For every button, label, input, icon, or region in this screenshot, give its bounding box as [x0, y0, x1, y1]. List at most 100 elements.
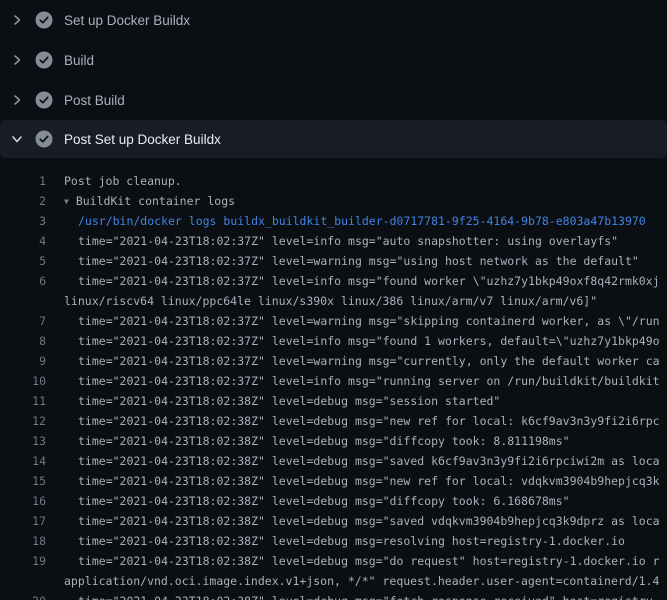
log-line-number[interactable]: 15 — [0, 474, 46, 488]
log-line-number[interactable]: 7 — [0, 314, 46, 328]
log-line-text: ▼time="2021-04-23T18:02:38Z" level=debug… — [78, 494, 570, 508]
collapse-triangle-icon[interactable]: ▼ — [64, 197, 69, 206]
log-line-text: ▼time="2021-04-23T18:02:37Z" level=info … — [78, 274, 660, 288]
log-line-text: ▼time="2021-04-23T18:02:38Z" level=debug… — [78, 474, 660, 488]
log-line: 19 ▼time="2021-04-23T18:02:38Z" level=de… — [0, 551, 667, 571]
log-line-content: BuildKit container logs — [76, 194, 235, 208]
log-line: 14 ▼time="2021-04-23T18:02:38Z" level=de… — [0, 451, 667, 471]
step-label: Build — [64, 53, 94, 68]
log-line-text: ▼time="2021-04-23T18:02:37Z" level=info … — [78, 234, 618, 248]
log-line-number[interactable]: 20 — [0, 594, 46, 600]
log-line-number[interactable]: 19 — [0, 554, 46, 568]
log-line-number[interactable]: 4 — [0, 234, 46, 248]
log-line-content: linux/riscv64 linux/ppc64le linux/s390x … — [64, 294, 597, 308]
log-line-number[interactable]: 17 — [0, 514, 46, 528]
log-line-content: time="2021-04-23T18:02:37Z" level=info m… — [78, 374, 660, 388]
log-line-text: ▼time="2021-04-23T18:02:37Z" level=warni… — [78, 254, 639, 268]
chevron-right-icon — [7, 54, 27, 66]
log-line-number[interactable]: 12 — [0, 414, 46, 428]
log-line: 6 ▼time="2021-04-23T18:02:37Z" level=inf… — [0, 271, 667, 291]
log-line-text: ▼time="2021-04-23T18:02:38Z" level=debug… — [78, 514, 660, 528]
log-line-text: ▼linux/riscv64 linux/ppc64le linux/s390x… — [64, 294, 597, 308]
log-line-number[interactable]: 6 — [0, 274, 46, 288]
log-line: 3 ▼/usr/bin/docker logs buildx_buildkit_… — [0, 211, 667, 231]
log-line: 16 ▼time="2021-04-23T18:02:38Z" level=de… — [0, 491, 667, 511]
chevron-right-icon — [7, 94, 27, 106]
log-line: 4 ▼time="2021-04-23T18:02:37Z" level=inf… — [0, 231, 667, 251]
log-line: 18 ▼time="2021-04-23T18:02:38Z" level=de… — [0, 531, 667, 551]
log-line: 7 ▼time="2021-04-23T18:02:37Z" level=war… — [0, 311, 667, 331]
log-line-content: time="2021-04-23T18:02:37Z" level=info m… — [78, 234, 618, 248]
log-line-content: time="2021-04-23T18:02:38Z" level=debug … — [78, 454, 660, 468]
log-line: 12 ▼time="2021-04-23T18:02:38Z" level=de… — [0, 411, 667, 431]
log-line-content: /usr/bin/docker logs buildx_buildkit_bui… — [78, 214, 646, 228]
log-line-content: application/vnd.oci.image.index.v1+json,… — [64, 574, 659, 588]
log-line: 15 ▼time="2021-04-23T18:02:38Z" level=de… — [0, 471, 667, 491]
log-line: ▼application/vnd.oci.image.index.v1+json… — [0, 571, 667, 591]
log-line: 1 ▼Post job cleanup. — [0, 171, 667, 191]
log-line-number[interactable]: 9 — [0, 354, 46, 368]
log-line-text: ▼time="2021-04-23T18:02:38Z" level=debug… — [78, 554, 660, 568]
log-line-number[interactable]: 2 — [0, 194, 46, 208]
log-line: 8 ▼time="2021-04-23T18:02:37Z" level=inf… — [0, 331, 667, 351]
chevron-right-icon — [7, 14, 27, 26]
step-label: Post Build — [64, 93, 125, 108]
log-line-text: ▼time="2021-04-23T18:02:37Z" level=info … — [78, 334, 660, 348]
log-line-text: ▼time="2021-04-23T18:02:37Z" level=info … — [78, 374, 660, 388]
log-line-text: ▼time="2021-04-23T18:02:38Z" level=debug… — [78, 454, 660, 468]
log-line-text: ▼time="2021-04-23T18:02:38Z" level=debug… — [78, 594, 660, 600]
log-line-content: time="2021-04-23T18:02:38Z" level=debug … — [78, 534, 625, 548]
log-line-number[interactable]: 10 — [0, 374, 46, 388]
chevron-down-icon — [7, 133, 27, 145]
log-line: 2 ▼ BuildKit container logs — [0, 191, 667, 211]
log-line-text: ▼time="2021-04-23T18:02:38Z" level=debug… — [78, 434, 570, 448]
step-label: Set up Docker Buildx — [64, 13, 190, 28]
log-line: 5 ▼time="2021-04-23T18:02:37Z" level=war… — [0, 251, 667, 271]
log-line-number[interactable]: 8 — [0, 334, 46, 348]
log-line-text: ▼time="2021-04-23T18:02:37Z" level=warni… — [78, 314, 660, 328]
log-line-number[interactable]: 13 — [0, 434, 46, 448]
log-line-text: ▼Post job cleanup. — [64, 174, 182, 188]
log-line-content: time="2021-04-23T18:02:37Z" level=info m… — [78, 274, 660, 288]
log-line-number[interactable]: 11 — [0, 394, 46, 408]
log-line: 10 ▼time="2021-04-23T18:02:37Z" level=in… — [0, 371, 667, 391]
step-header-post-build[interactable]: Post Build — [0, 80, 667, 120]
log-line-text: ▼time="2021-04-23T18:02:38Z" level=debug… — [78, 534, 625, 548]
step-label: Post Set up Docker Buildx — [64, 132, 221, 147]
log-line-text: ▼ BuildKit container logs — [64, 194, 235, 208]
log-line-number[interactable]: 18 — [0, 534, 46, 548]
step-header-build[interactable]: Build — [0, 40, 667, 80]
log-line-number[interactable]: 3 — [0, 214, 46, 228]
steps-list: Set up Docker Buildx Build Post Buil — [0, 0, 667, 158]
check-circle-icon — [35, 51, 53, 69]
log-line-content: time="2021-04-23T18:02:38Z" level=debug … — [78, 434, 570, 448]
log-line-content: time="2021-04-23T18:02:38Z" level=debug … — [78, 494, 570, 508]
check-circle-icon — [35, 11, 53, 29]
check-circle-icon — [35, 91, 53, 109]
log-line: 11 ▼time="2021-04-23T18:02:38Z" level=de… — [0, 391, 667, 411]
log-line-content: time="2021-04-23T18:02:37Z" level=warnin… — [78, 254, 639, 268]
log-line-content: time="2021-04-23T18:02:38Z" level=debug … — [78, 554, 660, 568]
log-line-number[interactable]: 5 — [0, 254, 46, 268]
log-line-text: ▼time="2021-04-23T18:02:38Z" level=debug… — [78, 394, 500, 408]
log-line-content: time="2021-04-23T18:02:37Z" level=warnin… — [78, 354, 660, 368]
log-line-number[interactable]: 1 — [0, 174, 46, 188]
log-line-text: ▼/usr/bin/docker logs buildx_buildkit_bu… — [78, 214, 646, 228]
log-line: 20 ▼time="2021-04-23T18:02:38Z" level=de… — [0, 591, 667, 600]
log-line-content: time="2021-04-23T18:02:37Z" level=info m… — [78, 334, 660, 348]
log-line: 13 ▼time="2021-04-23T18:02:38Z" level=de… — [0, 431, 667, 451]
log-line-content: time="2021-04-23T18:02:38Z" level=debug … — [78, 594, 660, 600]
actions-log-panel: Set up Docker Buildx Build Post Buil — [0, 0, 667, 600]
log-line-text: ▼time="2021-04-23T18:02:38Z" level=debug… — [78, 414, 660, 428]
log-line-number[interactable]: 14 — [0, 454, 46, 468]
log-line: 9 ▼time="2021-04-23T18:02:37Z" level=war… — [0, 351, 667, 371]
log-line-text: ▼application/vnd.oci.image.index.v1+json… — [64, 574, 659, 588]
log-line-content: time="2021-04-23T18:02:38Z" level=debug … — [78, 414, 660, 428]
log-line-content: Post job cleanup. — [64, 174, 182, 188]
log-line-content: time="2021-04-23T18:02:38Z" level=debug … — [78, 394, 500, 408]
step-header-post-set-up-docker-buildx[interactable]: Post Set up Docker Buildx — [0, 120, 667, 158]
log-line-number[interactable]: 16 — [0, 494, 46, 508]
log-line-content: time="2021-04-23T18:02:37Z" level=warnin… — [78, 314, 660, 328]
step-header-set-up-docker-buildx[interactable]: Set up Docker Buildx — [0, 0, 667, 40]
log-line: ▼linux/riscv64 linux/ppc64le linux/s390x… — [0, 291, 667, 311]
